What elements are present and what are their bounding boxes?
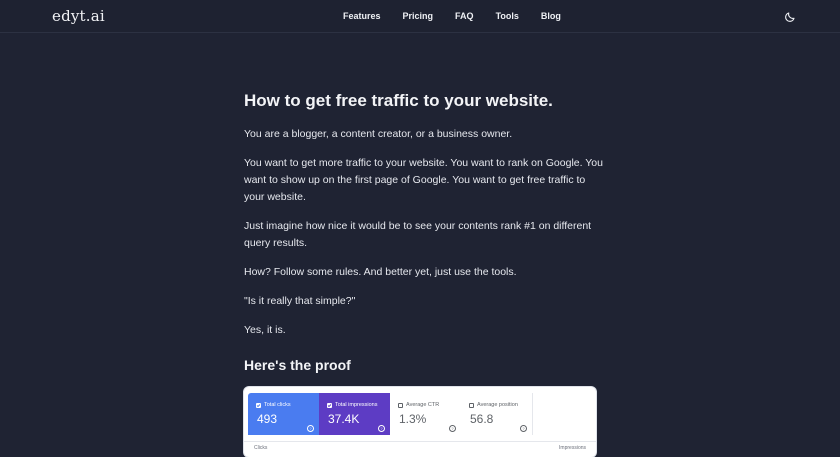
article-paragraph-3: Just imagine how nice it would be to see… (244, 220, 592, 249)
nav-link-features[interactable]: Features (343, 11, 381, 21)
chart-legend-strip: Clicks Impressions (244, 441, 596, 457)
checkbox-icon (398, 402, 403, 408)
site-logo[interactable]: edyt.ai (52, 7, 105, 25)
help-icon: ? (378, 425, 385, 432)
proof-heading: Here's the proof (244, 357, 351, 373)
search-console-screenshot: Total clicks 493 ? Total impressions 37.… (244, 387, 596, 457)
metric-value: 37.4K (328, 412, 360, 426)
metric-label: Total impressions (335, 402, 378, 408)
metric-average-position: Average position 56.8 ? (461, 393, 533, 435)
checkbox-icon (327, 402, 332, 408)
article-title: How to get free traffic to your website. (244, 91, 553, 110)
metric-label: Total clicks (264, 402, 291, 408)
nav-link-tools[interactable]: Tools (496, 11, 519, 21)
metric-value: 493 (257, 412, 278, 426)
article-paragraph-1: You are a blogger, a content creator, or… (244, 128, 513, 140)
metric-total-clicks: Total clicks 493 ? (248, 393, 319, 435)
nav-menu: Features Pricing FAQ Tools Blog (343, 11, 583, 21)
metric-value: 1.3% (399, 412, 427, 426)
help-icon: ? (449, 425, 456, 432)
nav-link-blog[interactable]: Blog (541, 11, 561, 21)
top-navbar: edyt.ai Features Pricing FAQ Tools Blog (0, 0, 840, 33)
article-paragraph-2: You want to get more traffic to your web… (244, 157, 603, 203)
help-icon: ? (307, 425, 314, 432)
article-paragraph-4: How? Follow some rules. And better yet, … (244, 266, 517, 278)
article-content: How to get free traffic to your website.… (244, 90, 604, 373)
article-paragraph-5: "Is it really that simple?" (244, 295, 356, 307)
checkbox-icon (256, 402, 261, 408)
chart-axis-label-left: Clicks (254, 445, 268, 451)
metric-label: Average position (477, 402, 518, 408)
metric-label: Average CTR (406, 402, 440, 408)
nav-link-pricing[interactable]: Pricing (403, 11, 434, 21)
nav-link-faq[interactable]: FAQ (455, 11, 474, 21)
article-paragraph-6: Yes, it is. (244, 324, 286, 336)
metric-value: 56.8 (470, 412, 494, 426)
help-icon: ? (520, 425, 527, 432)
moon-icon (785, 12, 795, 22)
theme-toggle-button[interactable] (784, 10, 796, 22)
chart-axis-label-right: Impressions (559, 445, 586, 451)
checkbox-icon (469, 402, 474, 408)
metric-average-ctr: Average CTR 1.3% ? (390, 393, 462, 435)
metric-total-impressions: Total impressions 37.4K ? (319, 393, 390, 435)
